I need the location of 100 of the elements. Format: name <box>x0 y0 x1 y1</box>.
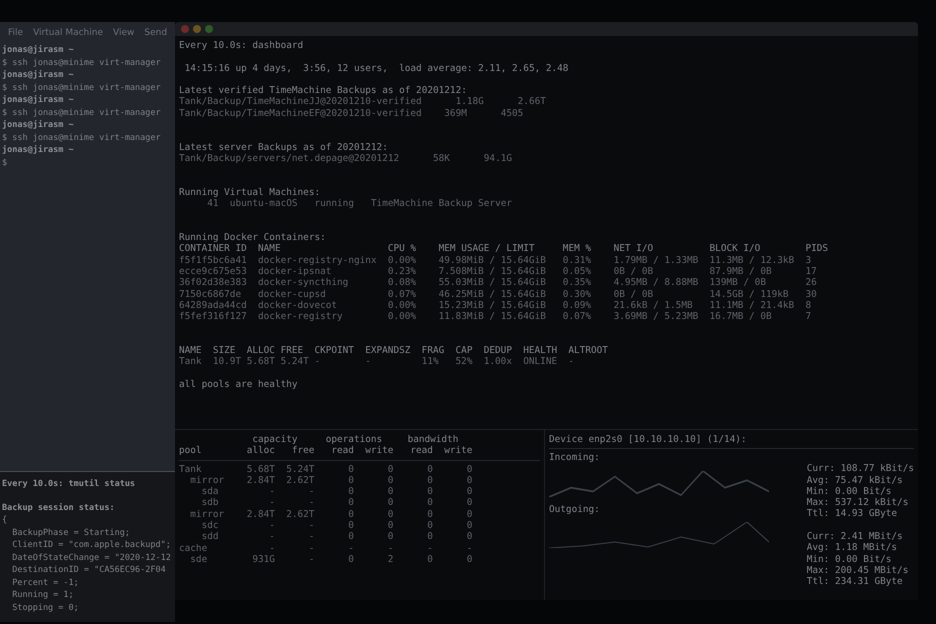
table-cell-text: docker-dovecot <box>258 300 338 312</box>
menu-item[interactable]: Virtual Machine <box>33 28 104 38</box>
table-cell-text: - <box>308 520 314 532</box>
table-cell-text: 0.00% <box>388 300 418 312</box>
table-cell-text: - <box>365 356 372 368</box>
output-line: Tank/Backup/servers/net.depage@20201212 58K 94.1G <box>179 152 514 164</box>
table-cell-text: - <box>268 520 275 532</box>
column-header: alloc <box>246 445 275 457</box>
device-line: Device enp2s0 [10.10.10.10] (1/14): <box>549 434 748 446</box>
table-cell-text: 0 <box>347 508 354 520</box>
column-group-header: operations <box>324 434 384 446</box>
table-cell-text: 3.69MB / 5.23MB <box>614 311 700 322</box>
stat-line: Min: 0.00 Bit/s <box>806 554 892 565</box>
table-cell-text: 0 <box>426 486 433 498</box>
prompt-user-line: jonas@jirasm ~ <box>2 44 75 56</box>
table-cell-text: 0.23% <box>388 266 418 278</box>
table-cell-text: 11.83MiB / 15.64GiB <box>438 311 547 322</box>
status-line: DateOfStateChange = "2020-12-12 <box>11 552 172 564</box>
table-cell-text: 0 <box>426 474 433 486</box>
table-cell-text: mirror <box>190 508 226 520</box>
table-cell-text: 36f02d38e383 <box>179 277 248 289</box>
table-cell-text: 0 <box>347 497 354 509</box>
close-button[interactable] <box>181 25 189 33</box>
status-line: DestinationID = "CA56EC96-2F04 <box>11 564 167 576</box>
table-cell-text: 15.23MiB / 15.64GiB <box>438 300 547 312</box>
column-header: free <box>290 445 314 457</box>
table-cell-text: docker-cupsd <box>258 288 327 300</box>
column-header: HEALTH <box>523 345 558 356</box>
table-cell-text: 0 <box>466 486 472 498</box>
table-cell-text: - <box>268 542 275 554</box>
column-header: ALTROOT <box>568 345 609 356</box>
table-cell-text: 1.00x <box>484 356 513 368</box>
table-cell-text: 2.84T <box>246 508 275 520</box>
table-cell-text: 0 <box>426 520 433 532</box>
table-cell-text: 52% <box>456 356 474 368</box>
status-line: Percent = -1; <box>11 576 80 589</box>
zoom-button[interactable] <box>205 25 213 33</box>
prompt-user-line: jonas@jirasm ~ <box>2 94 75 106</box>
table-cell-text: 0 <box>466 474 472 486</box>
table-cell-text: 0 <box>466 508 472 520</box>
table-cell-text: 0 <box>426 497 433 509</box>
column-header: NAME <box>179 345 203 356</box>
minimize-button[interactable] <box>193 25 201 33</box>
outgoing-label: Outgoing: <box>549 504 601 515</box>
table-cell-text: 55.03MiB / 15.64GiB <box>438 277 547 289</box>
table-cell-text: 46.25MiB / 15.64GiB <box>438 288 547 300</box>
table-cell-text: 931G <box>251 554 275 566</box>
output-line: 41 ubuntu-macOS running TimeMachine Backup Server <box>206 198 514 210</box>
table-cell-text: 0.07% <box>562 311 592 322</box>
menu-item[interactable]: View <box>113 28 134 38</box>
table-cell-text: 0 <box>386 508 394 520</box>
column-header: MEM % <box>562 243 592 255</box>
table-cell-text: - <box>466 542 472 554</box>
table-cell-text: 0 <box>347 531 354 543</box>
table-cell-text: 0 <box>426 464 433 475</box>
table-cell-text: docker-registry-nginx <box>258 254 378 266</box>
command-line: $ ssh jonas@minime virt-manager <box>2 56 162 69</box>
column-header: CPU % <box>388 243 418 255</box>
column-group-header: capacity <box>251 434 299 446</box>
table-cell-text: - <box>347 542 354 554</box>
prompt-user-line: jonas@jirasm ~ <box>2 69 75 82</box>
table-cell-text: 0 <box>386 464 394 475</box>
section-title: Running Docker Containers: <box>179 232 327 244</box>
table-cell-text: 8 <box>805 300 812 312</box>
table-cell-text: Tank <box>179 356 203 368</box>
table-cell-text: f5fef316f127 <box>179 311 248 322</box>
table-cell-text: 1.79MB / 1.33MB <box>614 254 700 266</box>
table-cell-text: sde <box>190 554 208 566</box>
table-cell-text: 4.95MB / 8.88MB <box>614 277 700 289</box>
incoming-label: Incoming: <box>549 452 601 464</box>
table-cell-text: 0.07% <box>388 288 418 300</box>
column-header: NET I/O <box>614 243 654 255</box>
table-cell-text: 0.09% <box>562 300 592 312</box>
menu-item[interactable]: File <box>8 28 24 38</box>
table-cell-text: mirror <box>190 474 226 486</box>
table-cell-text: 7 <box>805 311 812 322</box>
column-header: write <box>443 445 472 457</box>
table-cell-text: 0 <box>347 486 354 498</box>
table-cell-text: 64289ada44cd <box>179 300 248 312</box>
column-header: DEDUP <box>484 345 513 356</box>
table-cell-text: 49.98MiB / 15.64GiB <box>438 254 547 266</box>
stat-line: Min: 0.00 Bit/s <box>806 486 892 498</box>
column-header: CAP <box>456 345 474 356</box>
column-header: MEM USAGE / LIMIT <box>438 243 536 255</box>
table-cell-text: 0 <box>347 554 354 566</box>
table-cell-text: 14.5GB / 119kB <box>710 288 790 300</box>
status-line: Stopping = 0; <box>11 602 80 614</box>
menu-item[interactable]: Send <box>144 28 168 38</box>
table-cell-text: 0 <box>386 520 394 532</box>
table-cell-text: 7150c6867de <box>179 288 242 300</box>
output-line: Tank/Backup/TimeMachineEF@20201210-verified 369M 4505 <box>179 108 524 120</box>
table-cell-text: 0 <box>386 486 394 498</box>
prompt-user-line: jonas@jirasm ~ <box>2 119 75 132</box>
table-cell-text: sdd <box>202 531 220 543</box>
column-header: EXPANDSZ <box>365 345 412 356</box>
status-line: Backup session status: <box>2 502 116 514</box>
stat-line: Avg: 1.18 MBit/s <box>806 542 898 554</box>
table-cell-text: - <box>308 486 314 498</box>
table-cell-text: 5.24T <box>285 464 314 475</box>
output-line: Tank/Backup/TimeMachineJJ@20201210-verified 1.18G 2.66T <box>179 96 547 108</box>
